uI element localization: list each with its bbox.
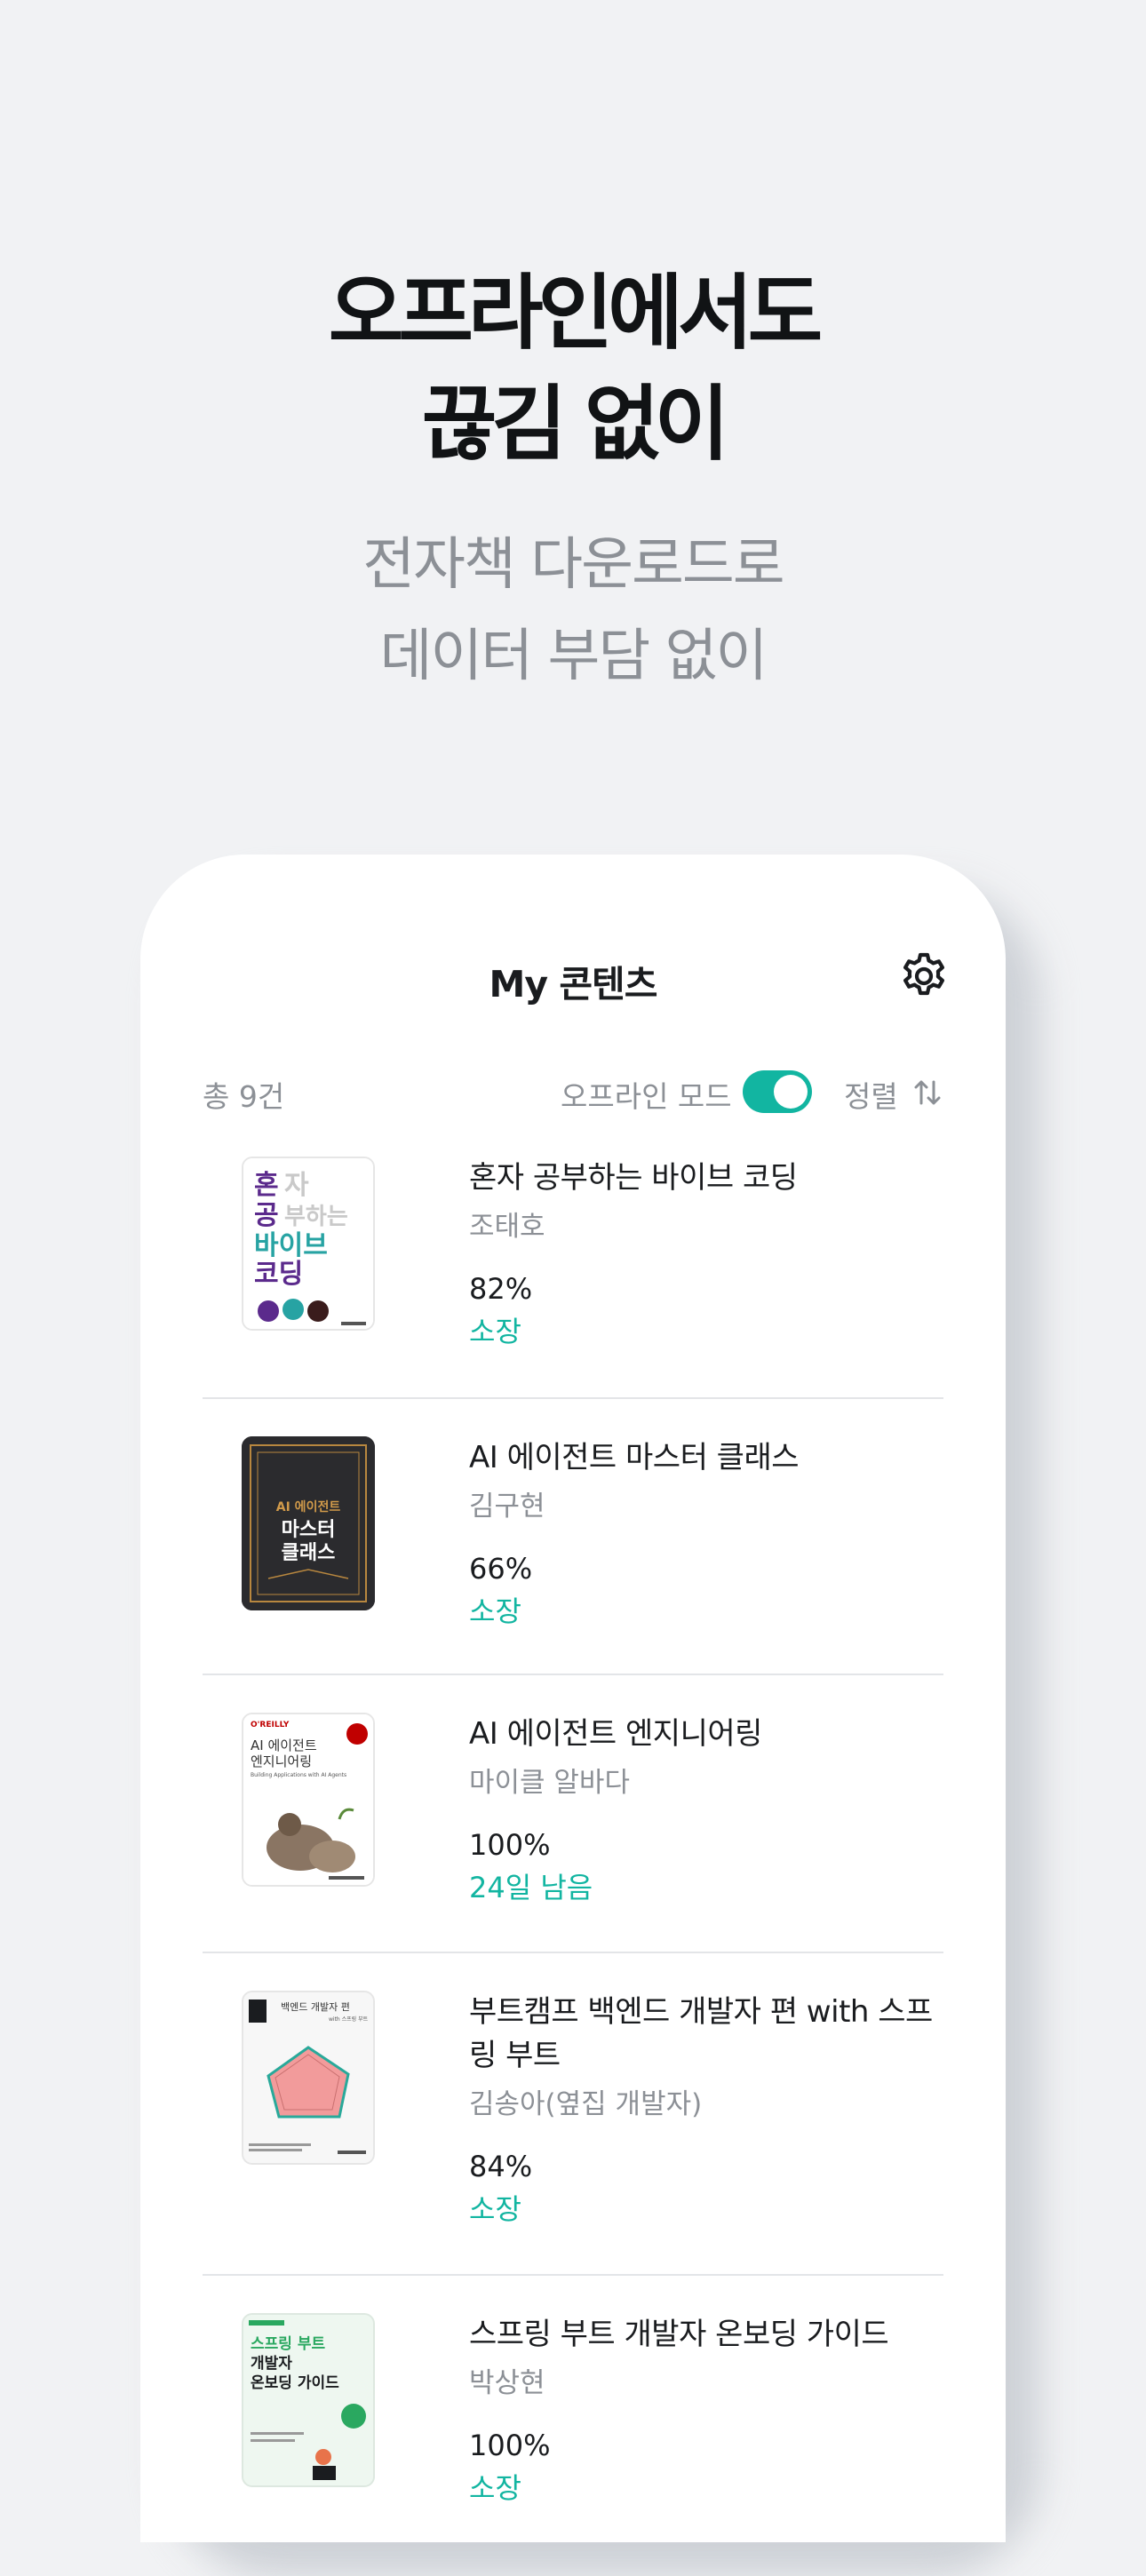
- sort-button[interactable]: 정렬: [844, 1073, 898, 1116]
- svg-text:O'REILLY: O'REILLY: [251, 1721, 290, 1729]
- svg-text:Building Applications with AI: Building Applications with AI Agents: [251, 1772, 346, 1778]
- gear-icon[interactable]: [899, 951, 949, 1001]
- book-info: 스프링 부트 개발자 온보딩 가이드 박상현 100% 소장: [469, 2313, 940, 2508]
- hero-subtitle-line1: 전자책 다운로드로: [362, 532, 784, 598]
- book-status: 소장: [469, 2192, 521, 2226]
- svg-text:코딩: 코딩: [254, 1259, 303, 1290]
- book-cover-art: 백엔드 개발자 편 with 스프링 부트: [243, 1992, 373, 2163]
- offline-mode-toggle[interactable]: [743, 1070, 812, 1113]
- hero-title: 오프라인에서도 끊김 없이: [0, 258, 1146, 480]
- svg-text:클래스: 클래스: [282, 1542, 336, 1564]
- book-status: 소장: [469, 2471, 521, 2505]
- book-cover-art: O'REILLY AI 에이전트 엔지니어링 Building Applicat…: [243, 1714, 373, 1885]
- book-status: 24일 남음: [469, 1871, 593, 1904]
- content-list: 혼 자 공 부하는 바이브 코딩 혼자 공부하는 바이브 코딩 조태호 82% …: [203, 1157, 943, 2542]
- book-status: 소장: [469, 1594, 521, 1628]
- offline-mode-label: 오프라인 모드: [561, 1079, 732, 1114]
- svg-text:백엔드 개발자 편: 백엔드 개발자 편: [281, 2001, 350, 2013]
- list-item[interactable]: 백엔드 개발자 편 with 스프링 부트 부트캠프 백엔드 개발자 편 wit…: [203, 1953, 943, 2276]
- toggle-knob: [774, 1075, 808, 1109]
- book-cover: 백엔드 개발자 편 with 스프링 부트: [242, 1991, 375, 2165]
- sort-arrows-icon[interactable]: [911, 1077, 943, 1109]
- svg-text:온보딩 가이드: 온보딩 가이드: [251, 2374, 339, 2392]
- book-cover-art: 혼 자 공 부하는 바이브 코딩: [243, 1158, 373, 1329]
- book-title: 스프링 부트 개발자 온보딩 가이드: [469, 2317, 889, 2352]
- svg-text:바이브: 바이브: [254, 1230, 328, 1261]
- list-item[interactable]: 혼 자 공 부하는 바이브 코딩 혼자 공부하는 바이브 코딩 조태호 82% …: [203, 1157, 943, 1399]
- total-count: 총 9건: [203, 1079, 285, 1114]
- svg-text:자: 자: [284, 1170, 309, 1201]
- book-progress: 100%: [469, 2429, 551, 2462]
- svg-text:엔지니어링: 엔지니어링: [251, 1753, 312, 1769]
- book-author: 김송아(옆집 개발자): [469, 2088, 703, 2120]
- book-info: AI 에이전트 엔지니어링 마이클 알바다 100% 24일 남음: [469, 1713, 940, 1907]
- book-title: AI 에이전트 마스터 클래스: [469, 1440, 800, 1475]
- book-progress: 100%: [469, 1828, 551, 1862]
- svg-text:AI 에이전트: AI 에이전트: [251, 1737, 317, 1753]
- page-title: My 콘텐츠: [489, 963, 658, 1006]
- svg-text:혼: 혼: [254, 1170, 279, 1201]
- book-cover: O'REILLY AI 에이전트 엔지니어링 Building Applicat…: [242, 1713, 375, 1887]
- list-item[interactable]: O'REILLY AI 에이전트 엔지니어링 Building Applicat…: [203, 1675, 943, 1953]
- list-toolbar: 총 9건 오프라인 모드 정렬: [203, 1070, 943, 1117]
- svg-text:개발자: 개발자: [251, 2355, 292, 2373]
- hero-subtitle-line2: 데이터 부담 없이: [379, 624, 768, 689]
- hero-title-line2: 끊김 없이: [421, 377, 730, 472]
- book-cover: AI 에이전트 마스터 클래스: [242, 1436, 375, 1610]
- book-cover: 스프링 부트 개발자 온보딩 가이드: [242, 2313, 375, 2487]
- svg-text:공: 공: [254, 1200, 279, 1231]
- book-title: 혼자 공부하는 바이브 코딩: [469, 1160, 798, 1196]
- svg-text:with 스프링 부트: with 스프링 부트: [329, 2016, 369, 2023]
- book-cover: 혼 자 공 부하는 바이브 코딩: [242, 1157, 375, 1331]
- book-progress: 82%: [469, 1272, 533, 1306]
- book-cover-art: 스프링 부트 개발자 온보딩 가이드: [243, 2315, 373, 2485]
- svg-text:부하는: 부하는: [284, 1204, 348, 1230]
- book-info: 혼자 공부하는 바이브 코딩 조태호 82% 소장: [469, 1157, 940, 1351]
- book-info: 부트캠프 백엔드 개발자 편 with 스프링 부트 김송아(옆집 개발자) 8…: [469, 1991, 940, 2229]
- book-progress: 84%: [469, 2150, 533, 2183]
- hero-title-line1: 오프라인에서도: [328, 266, 823, 361]
- book-title: 부트캠프 백엔드 개발자 편 with 스프링 부트: [469, 1994, 933, 2073]
- book-info: AI 에이전트 마스터 클래스 김구현 66% 소장: [469, 1436, 940, 1631]
- svg-text:AI 에이전트: AI 에이전트: [276, 1499, 341, 1515]
- hero-subtitle: 전자책 다운로드로 데이터 부담 없이: [0, 520, 1146, 703]
- list-item[interactable]: 스프링 부트 개발자 온보딩 가이드 스프링 부트 개발자 온보딩 가이드 박상…: [203, 2276, 943, 2542]
- book-title: AI 에이전트 엔지니어링: [469, 1716, 762, 1752]
- phone-screen: My 콘텐츠 총 9건 오프라인 모드 정렬 혼 자 공 부하는 바이브 코딩 …: [140, 855, 1006, 2542]
- book-cover-art: AI 에이전트 마스터 클래스: [242, 1436, 375, 1610]
- book-author: 박상현: [469, 2367, 545, 2399]
- list-item[interactable]: AI 에이전트 마스터 클래스 AI 에이전트 마스터 클래스 김구현 66% …: [203, 1399, 943, 1675]
- book-author: 김구현: [469, 1491, 545, 1523]
- book-progress: 66%: [469, 1552, 533, 1586]
- svg-text:스프링 부트: 스프링 부트: [251, 2335, 325, 2353]
- svg-text:마스터: 마스터: [282, 1519, 336, 1541]
- book-author: 마이클 알바다: [469, 1767, 630, 1799]
- book-author: 조태호: [469, 1211, 545, 1243]
- book-status: 소장: [469, 1315, 521, 1348]
